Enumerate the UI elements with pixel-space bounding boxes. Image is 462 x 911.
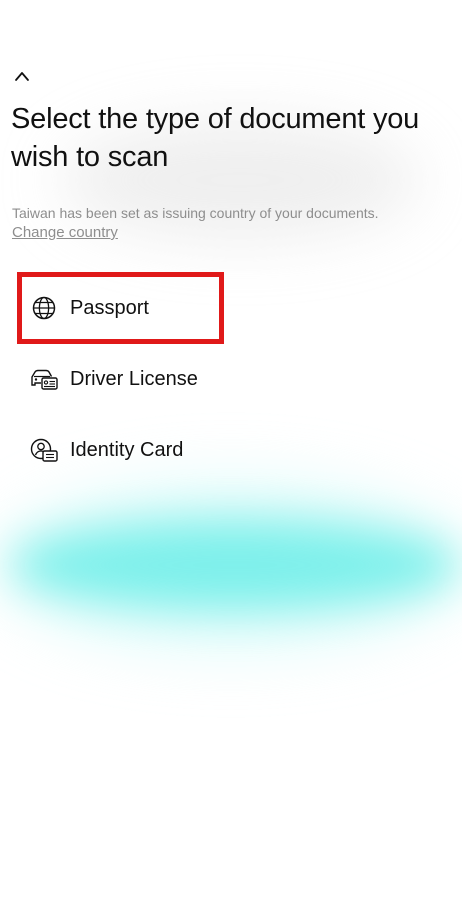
background-blur-cyan-outer xyxy=(0,480,462,650)
issuing-country-info: Taiwan has been set as issuing country o… xyxy=(12,205,379,221)
document-option-label: Passport xyxy=(70,296,149,319)
document-option-label: Identity Card xyxy=(70,438,184,461)
document-option-identity-card[interactable]: Identity Card xyxy=(28,435,183,465)
page-title: Select the type of document you wish to … xyxy=(11,103,420,173)
globe-icon xyxy=(28,293,60,323)
document-option-label: Driver License xyxy=(70,367,198,390)
document-option-passport[interactable]: Passport xyxy=(28,293,149,323)
document-option-driver-license[interactable]: Driver License xyxy=(28,364,198,394)
background-blur-cyan xyxy=(10,520,460,610)
back-button[interactable] xyxy=(10,64,34,88)
change-country-link[interactable]: Change country xyxy=(12,223,118,242)
chevron-up-icon xyxy=(15,72,29,81)
document-select-screen: Select the type of document you wish to … xyxy=(0,0,462,911)
person-id-card-icon xyxy=(28,435,60,465)
car-id-card-icon xyxy=(28,364,60,394)
